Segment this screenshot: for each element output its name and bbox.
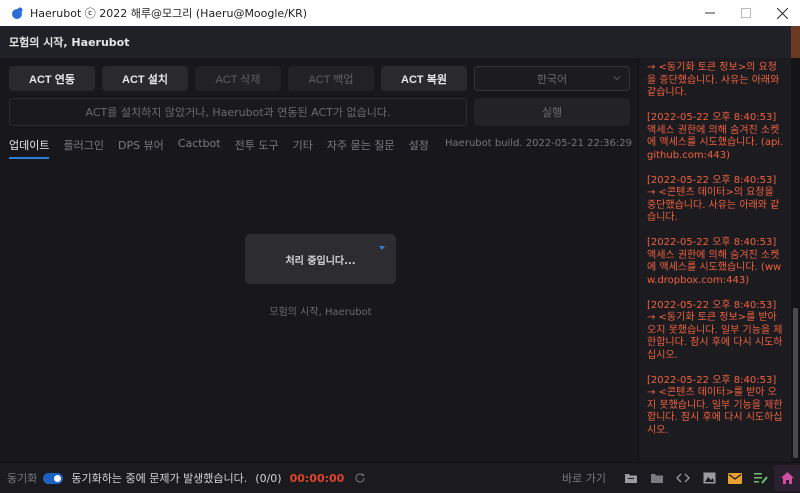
minimize-button[interactable] bbox=[692, 0, 728, 26]
act-backup-button[interactable]: ACT 백업 bbox=[288, 66, 374, 91]
tab-faq[interactable]: 자주 묻는 질문 bbox=[327, 137, 395, 159]
act-restore-button[interactable]: ACT 복원 bbox=[381, 66, 467, 91]
act-toolbar: ACT 연동 ACT 설치 ACT 삭제 ACT 백업 ACT 복원 bbox=[9, 66, 467, 91]
window-title: Haerubot ⓒ 2022 해루@모그리 (Haeru@Moogle/KR) bbox=[30, 7, 308, 20]
tab-update[interactable]: 업데이트 bbox=[9, 137, 50, 159]
act-delete-button[interactable]: ACT 삭제 bbox=[195, 66, 281, 91]
tab-etc[interactable]: 기타 bbox=[293, 137, 313, 159]
scrollbar-thumb[interactable] bbox=[793, 308, 798, 458]
app-icon bbox=[12, 7, 23, 19]
sync-toggle[interactable] bbox=[43, 472, 64, 484]
mail-button[interactable] bbox=[722, 465, 748, 491]
maximize-button[interactable] bbox=[728, 0, 764, 26]
log-entry: [2022-05-22 오후 8:40:53] 액세스 권한에 의해 숨겨진 소… bbox=[647, 237, 782, 286]
log-entry: [2022-05-22 오후 8:40:53] 액세스 권한에 의해 숨겨진 소… bbox=[647, 112, 784, 161]
mail-icon bbox=[728, 472, 742, 484]
center-footer-label: 모험의 시작, Haerubot bbox=[269, 307, 372, 318]
log-entry: [2022-05-22 오후 8:40:53] → <동기화 토큰 정보>를 받… bbox=[647, 299, 783, 361]
log-entry: [2022-05-22 오후 8:40:53] → <콘텐츠 데이터>의 요청을… bbox=[647, 174, 780, 224]
sync-timer: 00:00:00 bbox=[289, 471, 345, 485]
code-button[interactable] bbox=[670, 465, 696, 491]
header-title: 모험의 시작, Haerubot bbox=[9, 36, 130, 49]
progress-dialog: 처리 중입니다... bbox=[245, 234, 396, 284]
tab-dps-viewer[interactable]: DPS 뷰어 bbox=[118, 137, 164, 159]
tab-settings[interactable]: 설정 bbox=[409, 137, 429, 159]
tab-bar: 업데이트 플러그인 DPS 뷰어 Cactbot 전투 도구 기타 자주 묻는 … bbox=[9, 137, 429, 159]
status-bar: 동기화 동기화하는 중에 문제가 발생했습니다. (0/0) 00:00:00 … bbox=[0, 462, 800, 493]
log-scrollbar[interactable] bbox=[791, 58, 800, 462]
run-button[interactable]: 실행 bbox=[474, 98, 630, 126]
app-header: 모험의 시작, Haerubot bbox=[0, 26, 800, 58]
home-icon bbox=[780, 472, 794, 484]
refresh-icon[interactable] bbox=[354, 472, 366, 484]
edit-list-icon bbox=[754, 473, 768, 484]
log-entry: [2022-05-22 오후 8:40:53] → <콘텐츠 데이터>를 받아 … bbox=[647, 374, 783, 436]
act-install-button[interactable]: ACT 설치 bbox=[102, 66, 188, 91]
close-icon bbox=[776, 7, 788, 19]
language-value: 한국어 bbox=[536, 72, 568, 86]
folder-open-icon bbox=[625, 474, 637, 483]
act-link-button[interactable]: ACT 연동 bbox=[9, 66, 95, 91]
act-status-notice: ACT를 설치하지 않았거나, Haerubot과 연동된 ACT가 없습니다. bbox=[9, 98, 467, 126]
code-icon bbox=[676, 473, 690, 483]
image-icon bbox=[703, 472, 715, 484]
toggle-knob bbox=[54, 474, 62, 482]
close-button[interactable] bbox=[764, 0, 800, 26]
folder-button[interactable] bbox=[644, 465, 670, 491]
folder-icon bbox=[651, 474, 663, 483]
chevron-down-icon bbox=[613, 76, 621, 81]
sync-count: (0/0) bbox=[255, 471, 282, 485]
log-entry: → <동기화 토큰 정보>의 요청을 중단했습니다. 사유는 아래와 같습니다. bbox=[647, 62, 780, 98]
tab-combat-tools[interactable]: 전투 도구 bbox=[235, 137, 279, 159]
language-select[interactable]: 한국어 bbox=[474, 66, 630, 91]
edit-list-button[interactable] bbox=[748, 465, 774, 491]
image-button[interactable] bbox=[696, 465, 722, 491]
build-version: Haerubot build. 2022-05-21 22:36:29 bbox=[445, 138, 632, 149]
window-titlebar: Haerubot ⓒ 2022 해루@모그리 (Haeru@Moogle/KR) bbox=[0, 0, 800, 26]
sync-label: 동기화 bbox=[7, 472, 38, 485]
main-panel: ACT 연동 ACT 설치 ACT 삭제 ACT 백업 ACT 복원 한국어 A… bbox=[0, 58, 638, 462]
log-panel: → <동기화 토큰 정보>의 요청을 중단했습니다. 사유는 아래와 같습니다.… bbox=[638, 58, 791, 462]
tab-cactbot[interactable]: Cactbot bbox=[178, 137, 221, 159]
open-folder-button[interactable] bbox=[618, 465, 644, 491]
maximize-icon bbox=[741, 8, 751, 18]
background-edge bbox=[791, 26, 800, 58]
minimize-icon bbox=[705, 12, 715, 14]
home-button[interactable] bbox=[774, 465, 800, 491]
shortcuts-label: 바로 가기 bbox=[562, 472, 606, 485]
spinner-icon bbox=[379, 246, 385, 250]
progress-message: 처리 중입니다... bbox=[285, 255, 356, 267]
tab-plugins[interactable]: 플러그인 bbox=[63, 137, 103, 159]
sync-status-message: 동기화하는 중에 문제가 발생했습니다. bbox=[71, 472, 248, 485]
